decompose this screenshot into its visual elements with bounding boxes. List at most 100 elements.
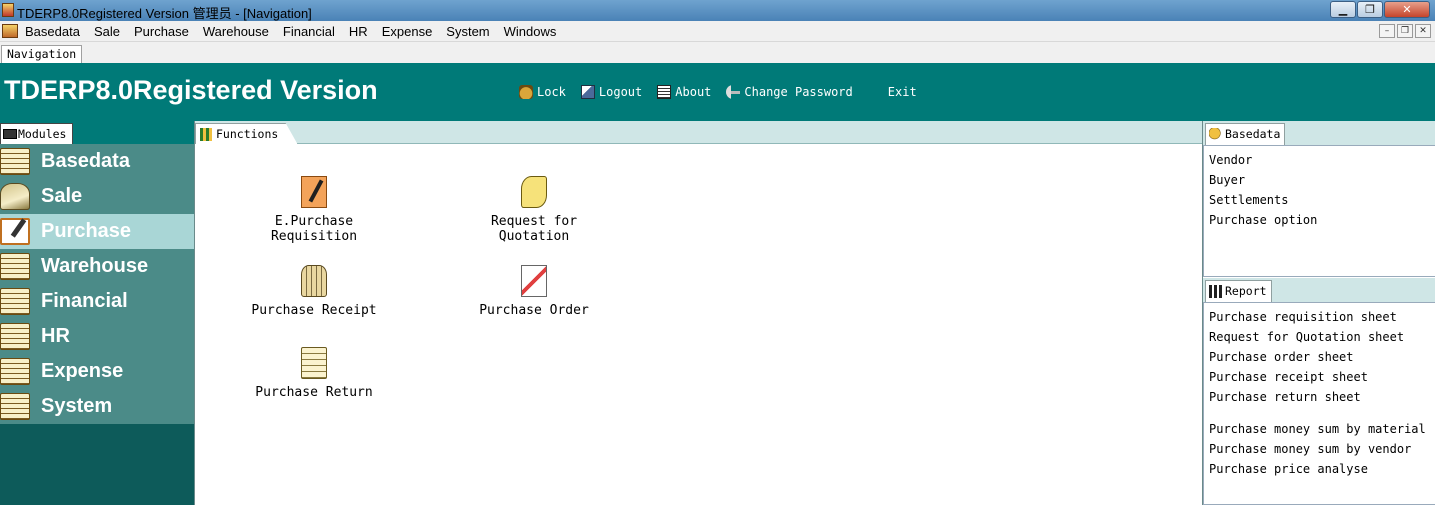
module-label: Warehouse (41, 255, 149, 277)
logout-icon (580, 85, 595, 99)
maximize-button[interactable]: ❐ (1357, 1, 1383, 18)
menu-windows[interactable]: Windows (504, 24, 557, 39)
functions-tab-strip: Functions (195, 121, 1202, 145)
app-icon (2, 3, 14, 17)
report-link[interactable]: Purchase requisition sheet (1209, 307, 1435, 327)
window-title: TDERP8.0Registered Version 管理员 - [Naviga… (17, 6, 312, 21)
functions-tab-label: Functions (216, 127, 279, 141)
basedata-link-purchase-option[interactable]: Purchase option (1209, 210, 1435, 230)
report-list: Purchase requisition sheet Request for Q… (1204, 303, 1435, 479)
module-label: Financial (41, 290, 128, 312)
module-label: Purchase (41, 220, 132, 242)
menu: Basedata Sale Purchase Warehouse Financi… (25, 24, 570, 39)
module-system[interactable]: System (0, 389, 194, 424)
function-purchase-return[interactable]: Purchase Return (234, 347, 394, 400)
key-icon (726, 85, 741, 99)
mdi-child-icon[interactable] (2, 24, 18, 38)
basedata-link-buyer[interactable]: Buyer (1209, 170, 1435, 190)
report-link[interactable]: Purchase money sum by material (1209, 419, 1435, 439)
close-button[interactable]: ✕ (1384, 1, 1430, 18)
menu-basedata[interactable]: Basedata (25, 24, 80, 39)
tab-modules[interactable]: Modules (0, 123, 73, 144)
basedata-panel: Vendor Buyer Settlements Purchase option (1203, 145, 1435, 277)
ledger-icon (0, 288, 30, 315)
tab-basedata[interactable]: Basedata (1205, 123, 1286, 145)
module-label: Expense (41, 360, 124, 382)
function-label: Purchase Return (255, 385, 373, 400)
report-link[interactable]: Purchase money sum by vendor (1209, 439, 1435, 459)
requisition-icon (301, 176, 327, 208)
logout-button[interactable]: Logout (580, 85, 642, 99)
report-link[interactable]: Purchase order sheet (1209, 347, 1435, 367)
app-title: TDERP8.0Registered Version (4, 75, 378, 105)
report-link[interactable]: Purchase return sheet (1209, 387, 1435, 407)
report-link[interactable]: Purchase receipt sheet (1209, 367, 1435, 387)
menu-hr[interactable]: HR (349, 24, 368, 39)
menu-expense[interactable]: Expense (382, 24, 433, 39)
change-password-button[interactable]: Change Password (726, 85, 853, 99)
report-icon (1209, 285, 1223, 298)
lock-icon (519, 85, 533, 99)
report-link[interactable]: Purchase price analyse (1209, 459, 1435, 479)
mdi-minimize-button[interactable]: – (1379, 24, 1395, 38)
module-sale[interactable]: Sale (0, 179, 194, 214)
quotation-icon (521, 176, 547, 208)
mdi-close-button[interactable]: ✕ (1415, 24, 1431, 38)
tab-navigation[interactable]: Navigation (1, 45, 83, 63)
menu-warehouse[interactable]: Warehouse (203, 24, 269, 39)
function-label: E.Purchase Requisition (270, 214, 358, 244)
menu-system[interactable]: System (446, 24, 489, 39)
modules-tab-label: Modules (18, 127, 67, 141)
menu-bar: Basedata Sale Purchase Warehouse Financi… (0, 21, 1435, 42)
function-request-for-quotation[interactable]: Request for Quotation (454, 176, 614, 244)
ledger-icon (0, 253, 30, 280)
tab-report[interactable]: Report (1205, 280, 1272, 302)
report-link[interactable]: Request for Quotation sheet (1209, 327, 1435, 347)
report-tab-label: Report (1225, 284, 1267, 298)
mdi-restore-button[interactable]: ❐ (1397, 24, 1413, 38)
exit-button[interactable]: Exit (888, 85, 917, 99)
module-purchase[interactable]: Purchase (0, 214, 194, 249)
module-financial[interactable]: Financial (0, 284, 194, 319)
modules-icon (3, 129, 17, 139)
tab-functions[interactable]: Functions (195, 123, 298, 145)
functions-panel: E.Purchase Requisition Request for Quota… (195, 144, 1202, 505)
lock-button[interactable]: Lock (519, 85, 566, 99)
module-warehouse[interactable]: Warehouse (0, 249, 194, 284)
modules-tab-strip: Modules (0, 121, 194, 144)
basedata-link-settlements[interactable]: Settlements (1209, 190, 1435, 210)
function-purchase-order[interactable]: Purchase Order (454, 265, 614, 318)
about-button[interactable]: About (657, 85, 711, 99)
about-icon (657, 85, 672, 99)
basedata-list: Vendor Buyer Settlements Purchase option (1204, 146, 1435, 230)
menu-purchase[interactable]: Purchase (134, 24, 189, 39)
lock-label: Lock (537, 85, 566, 99)
modules-panel: Basedata Sale Purchase Warehouse Financi… (0, 144, 194, 505)
menu-sale[interactable]: Sale (94, 24, 120, 39)
minimize-button[interactable]: ▁ (1330, 1, 1356, 18)
change-password-label: Change Password (744, 85, 853, 99)
function-purchase-receipt[interactable]: Purchase Receipt (234, 265, 394, 318)
function-e-purchase-requisition[interactable]: E.Purchase Requisition (234, 176, 394, 244)
receipt-icon (301, 265, 327, 297)
module-hr[interactable]: HR (0, 319, 194, 354)
module-label: HR (41, 325, 70, 347)
about-label: About (675, 85, 712, 99)
ledger-icon (0, 148, 30, 175)
sale-icon (0, 183, 30, 210)
module-label: Sale (41, 185, 83, 207)
title-bar: TDERP8.0Registered Version 管理员 - [Naviga… (0, 0, 1435, 21)
module-basedata[interactable]: Basedata (0, 144, 194, 179)
basedata-link-vendor[interactable]: Vendor (1209, 150, 1435, 170)
module-expense[interactable]: Expense (0, 354, 194, 389)
ledger-icon (0, 393, 30, 420)
return-icon (301, 347, 327, 379)
exit-label: Exit (887, 85, 917, 99)
menu-financial[interactable]: Financial (283, 24, 335, 39)
order-icon (521, 265, 547, 297)
ledger-icon (0, 323, 30, 350)
basedata-icon (1209, 128, 1223, 141)
basedata-tab-label: Basedata (1225, 127, 1281, 141)
ledger-icon (0, 358, 30, 385)
function-label: Request for Quotation (490, 214, 578, 244)
